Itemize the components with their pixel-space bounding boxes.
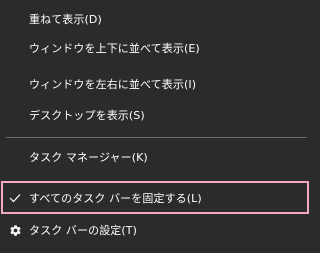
menu-item-show-desktop[interactable]: デスクトップを表示(S) xyxy=(0,102,313,128)
menu-item-task-manager[interactable]: タスク マネージャー(K) xyxy=(0,144,313,170)
menu-item-label: ウィンドウを上下に並べて表示(E) xyxy=(29,42,200,55)
checkmark-icon xyxy=(8,185,22,211)
menu-item-label: デスクトップを表示(S) xyxy=(29,109,145,122)
gear-icon xyxy=(8,217,22,243)
menu-item-label: タスク マネージャー(K) xyxy=(29,151,148,164)
menu-item-cascade-windows[interactable]: 重ねて表示(D) xyxy=(0,6,313,32)
menu-item-label: すべてのタスク バーを固定する(L) xyxy=(29,192,202,205)
taskbar-context-menu: 重ねて表示(D) ウィンドウを上下に並べて表示(E) ウィンドウを左右に並べて表… xyxy=(0,0,313,253)
menu-item-side-by-side-windows[interactable]: ウィンドウを左右に並べて表示(I) xyxy=(0,71,313,97)
menu-item-stack-windows[interactable]: ウィンドウを上下に並べて表示(E) xyxy=(0,35,313,61)
menu-item-label: タスク バーの設定(T) xyxy=(29,224,137,237)
menu-item-lock-taskbars[interactable]: すべてのタスク バーを固定する(L) xyxy=(0,185,313,211)
menu-separator xyxy=(6,137,307,138)
menu-item-taskbar-settings[interactable]: タスク バーの設定(T) xyxy=(0,217,313,243)
menu-item-label: ウィンドウを左右に並べて表示(I) xyxy=(29,78,197,91)
menu-item-label: 重ねて表示(D) xyxy=(29,13,102,26)
